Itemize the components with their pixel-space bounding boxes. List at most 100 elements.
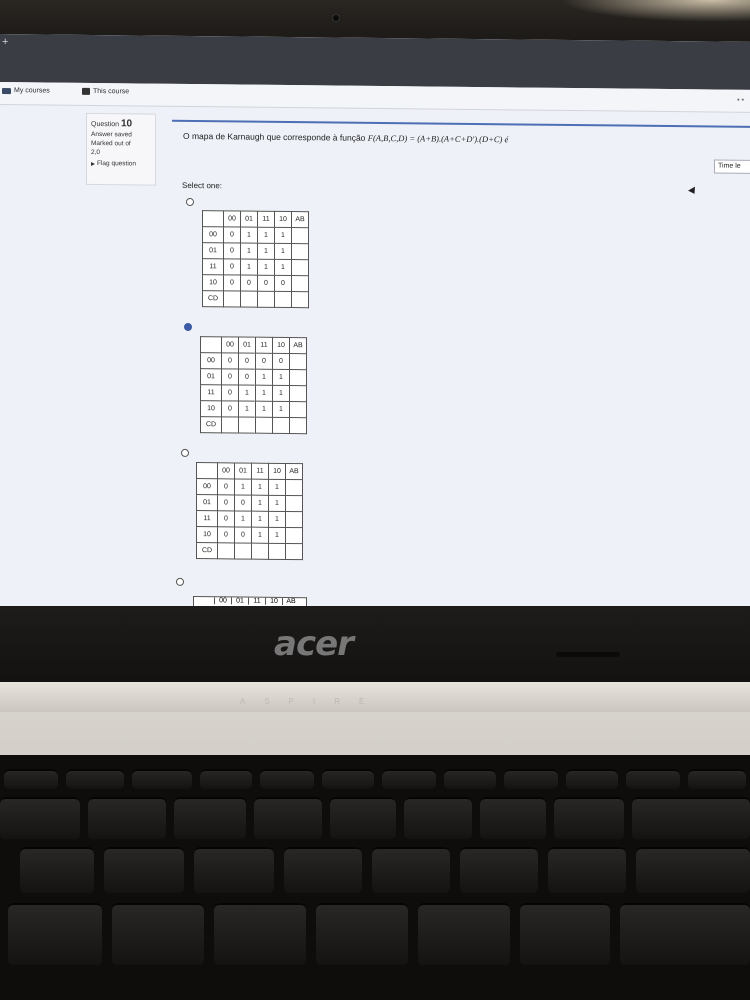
key[interactable] bbox=[418, 903, 510, 965]
kmap-row-header: 00 bbox=[202, 226, 224, 243]
key[interactable] bbox=[504, 769, 558, 789]
kmap-empty-cell bbox=[289, 385, 307, 402]
key[interactable] bbox=[444, 769, 496, 789]
kmap-empty-cell bbox=[234, 542, 252, 560]
kmap-empty-cell bbox=[268, 543, 286, 560]
kmap-cd-label: CD bbox=[202, 290, 224, 307]
plus-icon[interactable]: + bbox=[2, 36, 8, 48]
kmap-cell: 0 bbox=[223, 226, 241, 244]
key[interactable] bbox=[0, 797, 80, 839]
kmap-empty-cell bbox=[217, 542, 235, 559]
key[interactable] bbox=[688, 769, 746, 789]
option-radio-2[interactable] bbox=[184, 322, 192, 332]
courses-icon bbox=[2, 87, 11, 94]
kmap-cell: 0 bbox=[257, 275, 275, 292]
marked-out-of: Marked out of bbox=[91, 139, 131, 148]
key[interactable] bbox=[104, 847, 184, 893]
key[interactable] bbox=[316, 903, 408, 965]
key[interactable] bbox=[382, 769, 436, 789]
laptop-bottom-bezel bbox=[0, 606, 750, 682]
option-radio-3[interactable] bbox=[181, 448, 189, 457]
kmap-row-header: 01 bbox=[196, 494, 218, 511]
key[interactable] bbox=[284, 847, 362, 893]
kmap-cell: 1 bbox=[272, 385, 290, 402]
nav-my-courses[interactable]: My courses bbox=[2, 87, 50, 95]
option-radio-1[interactable] bbox=[186, 197, 194, 207]
kmap-cell: 0 bbox=[274, 275, 292, 292]
key[interactable] bbox=[632, 797, 750, 839]
kmap-empty-cell bbox=[285, 479, 303, 496]
kmap-cell: 1 bbox=[240, 243, 258, 260]
kmap-col-header: 11 bbox=[251, 463, 269, 480]
kmap-cell: 1 bbox=[255, 401, 273, 418]
key[interactable] bbox=[66, 769, 124, 789]
kmap-empty-cell bbox=[272, 417, 290, 434]
key[interactable] bbox=[548, 847, 626, 893]
time-left-button[interactable]: Time le bbox=[714, 159, 750, 174]
key[interactable] bbox=[112, 903, 204, 965]
kmap-cell: 1 bbox=[234, 478, 252, 496]
key[interactable] bbox=[200, 769, 252, 789]
key[interactable] bbox=[404, 797, 472, 839]
kmap-empty-cell bbox=[285, 495, 303, 512]
sitemap-icon bbox=[82, 87, 90, 95]
kmap-col-header: 01 bbox=[238, 336, 256, 354]
kmap-option-2: 00 01 11 10 AB 00 0 0 0 0 01 0 0 1 1 11 0 1 1 1 10 0 1 1 1 CD bbox=[200, 336, 307, 435]
kmap-cell: 1 bbox=[268, 511, 286, 528]
kmap-cell: 1 bbox=[268, 495, 286, 512]
key[interactable] bbox=[620, 903, 750, 965]
kmap-corner-cell bbox=[200, 336, 222, 353]
kmap-col-header: 01 bbox=[234, 462, 252, 480]
key[interactable] bbox=[322, 769, 374, 789]
kmap-row-header: 11 bbox=[202, 258, 224, 275]
light-glare bbox=[560, 0, 750, 22]
key[interactable] bbox=[480, 797, 546, 839]
kmap-empty-cell bbox=[274, 291, 292, 308]
model-name: ASPIRE bbox=[240, 697, 384, 706]
kmap-col-header: 10 bbox=[268, 463, 286, 480]
key[interactable] bbox=[8, 903, 102, 965]
key[interactable] bbox=[636, 847, 750, 893]
key[interactable] bbox=[372, 847, 450, 893]
kmap-row-header: 10 bbox=[196, 526, 218, 543]
kmap-cell: 1 bbox=[274, 259, 292, 276]
kmap-empty-cell bbox=[285, 527, 303, 544]
key[interactable] bbox=[330, 797, 396, 839]
kmap-cell: 0 bbox=[217, 510, 235, 527]
kmap-cell: 0 bbox=[238, 352, 256, 370]
key[interactable] bbox=[254, 797, 322, 839]
kmap-col-header: AB bbox=[291, 211, 309, 228]
kmap-cell: 0 bbox=[221, 400, 239, 417]
key[interactable] bbox=[20, 847, 94, 893]
key[interactable] bbox=[460, 847, 538, 893]
kmap-empty-cell bbox=[285, 511, 303, 528]
kmap-cell: 0 bbox=[272, 353, 290, 370]
kmap-cell: 0 bbox=[221, 384, 239, 401]
key[interactable] bbox=[88, 797, 166, 839]
kmap-cell: 0 bbox=[238, 368, 256, 386]
key[interactable] bbox=[260, 769, 314, 789]
key[interactable] bbox=[554, 797, 624, 839]
key[interactable] bbox=[194, 847, 274, 893]
kmap-col-header: 11 bbox=[257, 211, 275, 228]
kmap-cell: 1 bbox=[234, 510, 252, 528]
kmap-col-header: 00 bbox=[223, 210, 241, 228]
kmap-col-header: AB bbox=[289, 337, 307, 354]
key[interactable] bbox=[566, 769, 618, 789]
key[interactable] bbox=[626, 769, 680, 789]
flag-question-link[interactable]: Flag question bbox=[91, 160, 151, 168]
kmap-empty-cell bbox=[291, 275, 309, 292]
option-radio-4[interactable] bbox=[176, 577, 184, 586]
kmap-empty-cell bbox=[289, 401, 307, 418]
key[interactable] bbox=[4, 769, 58, 789]
nav-this-course[interactable]: This course bbox=[82, 87, 129, 95]
kmap-corner-cell bbox=[196, 462, 218, 479]
more-icon[interactable]: ▪ ▪ bbox=[737, 97, 744, 104]
kmap-cell: 0 bbox=[221, 352, 239, 369]
key[interactable] bbox=[132, 769, 192, 789]
key[interactable] bbox=[214, 903, 306, 965]
key[interactable] bbox=[174, 797, 246, 839]
kmap-corner-cell bbox=[202, 210, 224, 227]
question-number: Question 10 bbox=[91, 118, 133, 130]
key[interactable] bbox=[520, 903, 610, 965]
